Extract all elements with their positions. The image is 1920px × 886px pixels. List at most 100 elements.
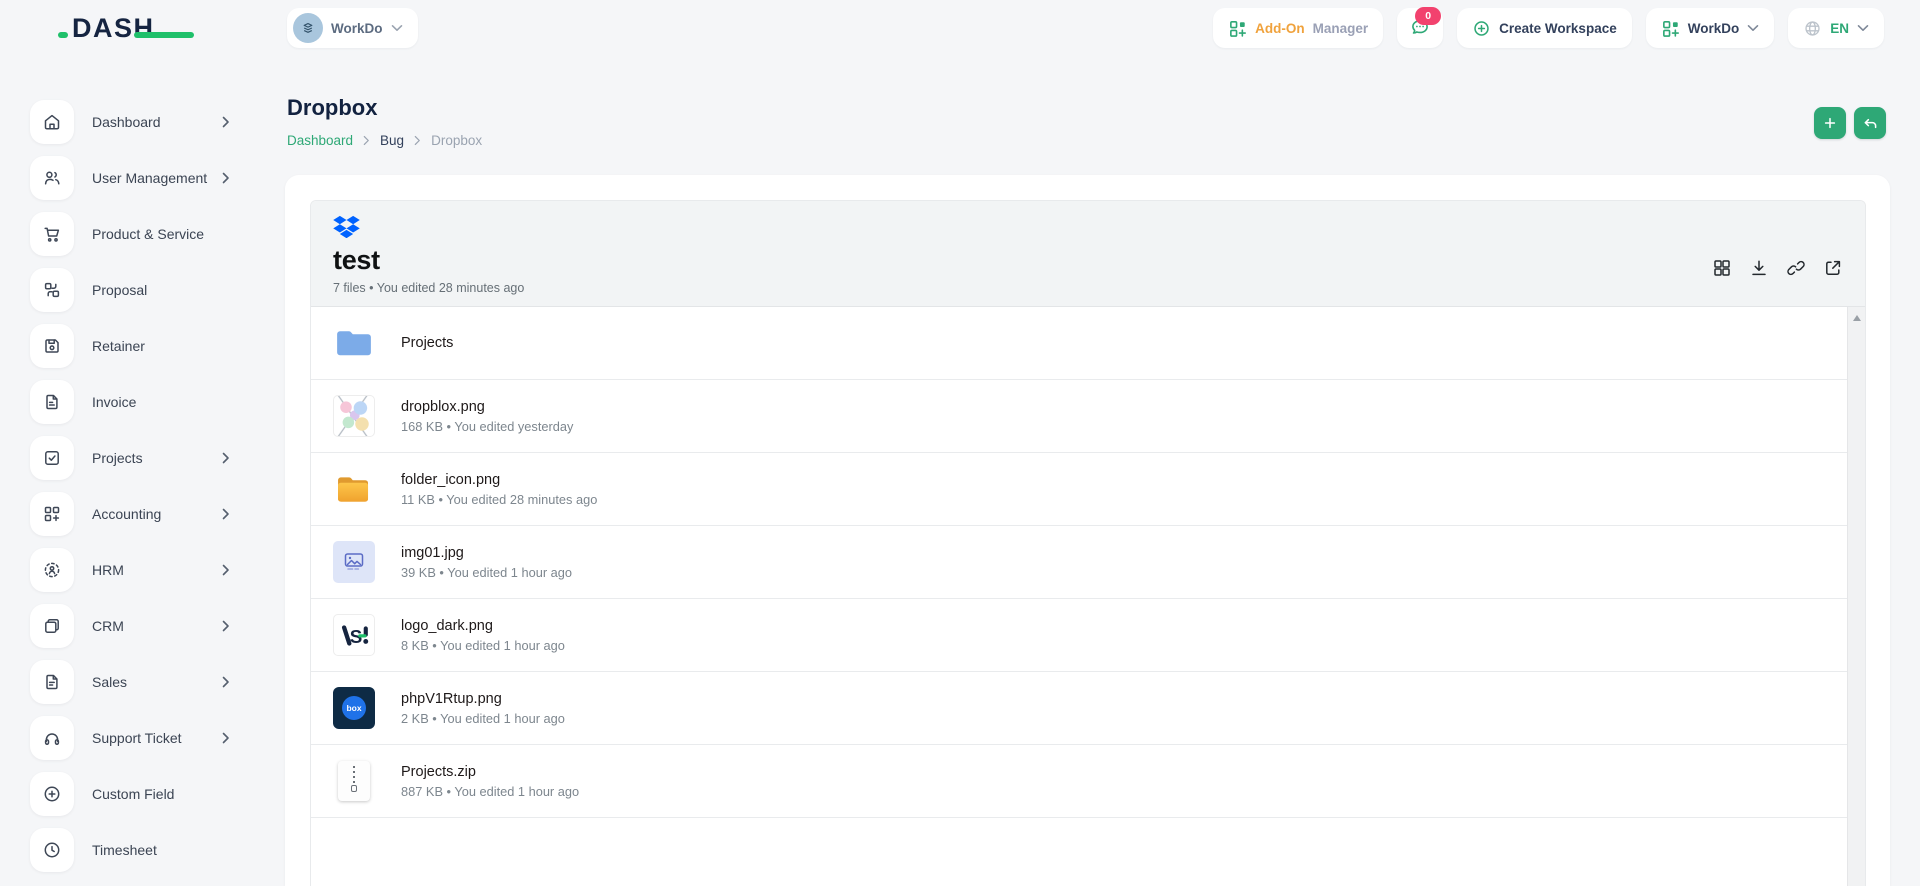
plus-circle-icon bbox=[1472, 19, 1491, 38]
chevron-right-icon bbox=[222, 172, 230, 184]
file-row-logo-dark[interactable]: S logo_dark.png 8 KB • You edited 1 hour… bbox=[311, 599, 1848, 672]
page-title: Dropbox bbox=[287, 95, 482, 121]
check-square-icon bbox=[30, 436, 74, 480]
sidebar-item-accounting[interactable]: Accounting bbox=[30, 492, 230, 536]
sidebar-item-label: User Management bbox=[92, 170, 207, 186]
sidebar-item-invoice[interactable]: Invoice bbox=[30, 380, 230, 424]
sidebar-item-user-management[interactable]: User Management bbox=[30, 156, 230, 200]
cards-icon bbox=[30, 604, 74, 648]
layers-icon bbox=[300, 20, 316, 36]
chevron-down-icon bbox=[1857, 24, 1869, 32]
sidebar-item-retainer[interactable]: Retainer bbox=[30, 324, 230, 368]
person-target-icon bbox=[30, 548, 74, 592]
scroll-up-arrow-icon[interactable] bbox=[1853, 315, 1861, 321]
open-in-dropbox-icon[interactable] bbox=[1823, 258, 1843, 278]
dropbox-logo-icon bbox=[333, 215, 360, 238]
sidebar-item-proposal[interactable]: Proposal bbox=[30, 268, 230, 312]
grid-plus-icon bbox=[30, 492, 74, 536]
brand-logo[interactable]: DASH bbox=[72, 13, 155, 44]
grid-arrows-icon bbox=[30, 268, 74, 312]
breadcrumb-dashboard-link[interactable]: Dashboard bbox=[287, 133, 353, 148]
sidebar-item-support-ticket[interactable]: Support Ticket bbox=[30, 716, 230, 760]
chevron-right-icon bbox=[222, 116, 230, 128]
cart-icon bbox=[30, 212, 74, 256]
sidebar-item-label: Custom Field bbox=[92, 786, 174, 802]
workspace-menu-button[interactable]: WorkDo bbox=[1646, 8, 1775, 48]
breadcrumb-bug-link[interactable]: Bug bbox=[380, 133, 404, 148]
scrollbar[interactable] bbox=[1847, 307, 1865, 886]
topbar-actions: Add-On Manager 0 Create bbox=[1213, 8, 1884, 48]
file-name: Projects.zip bbox=[401, 764, 579, 780]
messages-button[interactable]: 0 bbox=[1397, 8, 1443, 48]
workspace-selector[interactable]: WorkDo bbox=[287, 8, 418, 48]
create-workspace-button[interactable]: Create Workspace bbox=[1457, 8, 1632, 48]
globe-icon bbox=[1803, 19, 1822, 38]
users-icon bbox=[30, 156, 74, 200]
plus-circle-icon bbox=[30, 772, 74, 816]
breadcrumb: Dashboard Bug Dropbox bbox=[287, 133, 482, 148]
file-row-folder-icon-png[interactable]: folder_icon.png 11 KB • You edited 28 mi… bbox=[311, 453, 1848, 526]
breadcrumb-separator-icon bbox=[414, 135, 421, 146]
sidebar-item-custom-field[interactable]: Custom Field bbox=[30, 772, 230, 816]
sidebar-item-crm[interactable]: CRM bbox=[30, 604, 230, 648]
generic-image-thumbnail bbox=[333, 541, 375, 583]
yellow-folder-thumbnail bbox=[333, 468, 375, 510]
add-button[interactable] bbox=[1814, 107, 1846, 139]
language-selector[interactable]: EN bbox=[1788, 8, 1884, 48]
chevron-right-icon bbox=[222, 676, 230, 688]
file-row-phpv1rtup[interactable]: box phpV1Rtup.png 2 KB • You edited 1 ho… bbox=[311, 672, 1848, 745]
headphones-icon bbox=[30, 716, 74, 760]
topbar: DASH WorkDo Add-On bbox=[0, 0, 1920, 56]
blue-folder-icon bbox=[333, 322, 375, 364]
file-name: folder_icon.png bbox=[401, 472, 597, 488]
file-row-dropblox[interactable]: dropblox.png 168 KB • You edited yesterd… bbox=[311, 380, 1848, 453]
file-row-projects-zip[interactable]: Projects.zip 887 KB • You edited 1 hour … bbox=[311, 745, 1848, 818]
copy-link-icon[interactable] bbox=[1786, 258, 1806, 278]
workspace-menu-label: WorkDo bbox=[1688, 21, 1740, 36]
create-workspace-label: Create Workspace bbox=[1499, 21, 1617, 36]
sidebar-item-label: Invoice bbox=[92, 394, 136, 410]
file-name: img01.jpg bbox=[401, 545, 572, 561]
sidebar-item-hrm[interactable]: HRM bbox=[30, 548, 230, 592]
app-root: DASH WorkDo Add-On bbox=[0, 0, 1920, 886]
chevron-right-icon bbox=[222, 564, 230, 576]
file-row-img01[interactable]: img01.jpg 39 KB • You edited 1 hour ago bbox=[311, 526, 1848, 599]
file-text: dropblox.png 168 KB • You edited yesterd… bbox=[401, 399, 573, 434]
grid-view-icon[interactable] bbox=[1712, 258, 1732, 278]
file-meta: 887 KB • You edited 1 hour ago bbox=[401, 784, 579, 799]
sidebar-item-label: Support Ticket bbox=[92, 730, 182, 746]
chevron-down-icon bbox=[1747, 24, 1759, 32]
shared-folder-title: test bbox=[333, 246, 1841, 276]
file-meta: 2 KB • You edited 1 hour ago bbox=[401, 711, 565, 726]
chevron-right-icon bbox=[222, 732, 230, 744]
breadcrumb-separator-icon bbox=[363, 135, 370, 146]
sidebar-item-product-service[interactable]: Product & Service bbox=[30, 212, 230, 256]
workspace-avatar bbox=[293, 13, 323, 43]
addon-label-primary: Add-On bbox=[1255, 21, 1305, 36]
file-meta: 11 KB • You edited 28 minutes ago bbox=[401, 492, 597, 507]
save-icon bbox=[30, 324, 74, 368]
breadcrumb-current: Dropbox bbox=[431, 133, 482, 148]
chevron-down-icon bbox=[391, 24, 403, 32]
download-icon[interactable] bbox=[1749, 258, 1769, 278]
sidebar-item-timesheet[interactable]: Timesheet bbox=[30, 828, 230, 872]
logo-accent-bar bbox=[134, 32, 194, 38]
file-name: logo_dark.png bbox=[401, 618, 565, 634]
chevron-right-icon bbox=[222, 508, 230, 520]
back-button[interactable] bbox=[1854, 107, 1886, 139]
logo-text: DASH bbox=[72, 13, 155, 44]
file-name: dropblox.png bbox=[401, 399, 573, 415]
clock-icon bbox=[30, 828, 74, 872]
file-row-projects-folder[interactable]: Projects bbox=[311, 307, 1848, 380]
sidebar-item-projects[interactable]: Projects bbox=[30, 436, 230, 480]
file-name: Projects bbox=[401, 335, 453, 351]
sidebar-item-label: Accounting bbox=[92, 506, 161, 522]
page-head: Dropbox Dashboard Bug Dropbox bbox=[287, 95, 482, 148]
chevron-right-icon bbox=[222, 620, 230, 632]
file-text: folder_icon.png 11 KB • You edited 28 mi… bbox=[401, 472, 597, 507]
sidebar-item-sales[interactable]: Sales bbox=[30, 660, 230, 704]
addon-manager-button[interactable]: Add-On Manager bbox=[1213, 8, 1383, 48]
sidebar-item-dashboard[interactable]: Dashboard bbox=[30, 100, 230, 144]
sidebar-item-label: Projects bbox=[92, 450, 143, 466]
sidebar-item-label: Sales bbox=[92, 674, 127, 690]
